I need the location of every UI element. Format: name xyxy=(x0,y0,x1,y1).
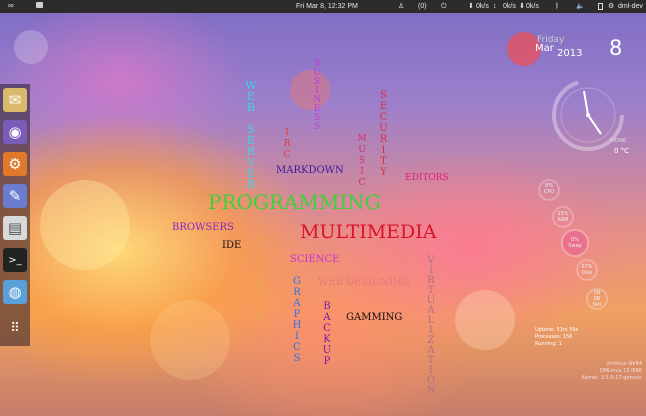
word-web-designing: WEB DESIGNING xyxy=(318,277,410,288)
ram-label: RAM xyxy=(557,217,569,223)
bokeh-circle xyxy=(150,300,230,380)
net-up-icon: ↕ xyxy=(493,3,497,10)
year: 2013 xyxy=(557,48,583,59)
word-editors: EDITORS xyxy=(405,173,449,183)
files-indicator-icon[interactable] xyxy=(36,2,43,8)
cpu-stat: 8% CPU xyxy=(541,183,557,195)
net-down-rate: 0k/s xyxy=(476,3,489,10)
os-version: DMLinux 13 i686 xyxy=(599,368,642,374)
net-label: Net xyxy=(592,302,602,308)
bokeh-circle xyxy=(455,290,515,350)
disk-label: Disk xyxy=(581,270,593,276)
power-icon[interactable]: ⏻ xyxy=(441,2,447,11)
word-music: MUSIC xyxy=(357,134,367,188)
word-security: SECURITY xyxy=(379,90,388,178)
month: Mar xyxy=(535,43,554,54)
word-gamming: GAMMING xyxy=(346,312,403,323)
ram-stat: 25% RAM xyxy=(555,211,571,223)
files-icon[interactable]: ▤ xyxy=(3,216,27,240)
word-markdown: MARKDOWN xyxy=(276,165,344,176)
word-virtualization: VIRTUALIZATION xyxy=(426,255,436,396)
word-web-server: WEB SERVER xyxy=(245,79,257,191)
disc-burner-icon[interactable]: ◉ xyxy=(3,120,27,144)
settings-icon[interactable]: ⚙ xyxy=(3,152,27,176)
battery-icon[interactable] xyxy=(598,3,603,10)
launcher: ✉ ◉ ⚙ ✎ ▤ >_ ◍ ⠿ xyxy=(0,84,30,346)
volume-icon[interactable]: 🔈 xyxy=(576,2,585,11)
top-panel: ∞ Fri Mar 8, 12:32 PM ♙ (0) ⏻ ⬇ 0k/s ↕ 0… xyxy=(0,0,646,13)
word-programming: PROGRAMMING xyxy=(208,190,381,214)
disk-stat: 67% Disk xyxy=(579,264,595,276)
text-editor-icon[interactable]: ✎ xyxy=(3,184,27,208)
net-down-icon: ⬇ xyxy=(468,3,474,10)
word-multimedia: MULTIMEDIA xyxy=(300,221,437,243)
net-down-rate-2: 0k/s xyxy=(526,3,539,10)
bokeh-circle xyxy=(290,70,330,110)
bokeh-circle xyxy=(14,30,48,64)
username[interactable]: dml-dev xyxy=(618,2,643,11)
clock-datetime[interactable]: Fri Mar 8, 12:32 PM xyxy=(296,2,358,11)
word-browsers: BROWSERS xyxy=(172,222,234,233)
word-graphics: GRAPHICS xyxy=(292,276,302,364)
word-business: BUSINESS xyxy=(313,59,321,132)
uptime: Uptime: 31m 59s xyxy=(535,327,579,333)
mail-app-icon[interactable]: ✉ xyxy=(3,88,27,112)
net-stat: 0B 0B Net xyxy=(589,290,605,308)
uptime-info: Uptime: 31m 59s Processes: 156 Running: … xyxy=(535,327,578,348)
word-irc: IRC xyxy=(283,128,291,160)
bokeh-circle xyxy=(40,180,130,270)
home-label: HOME xyxy=(611,138,627,144)
browser-icon[interactable]: ◍ xyxy=(3,280,27,304)
running: Running: 1 xyxy=(535,341,562,347)
user-status-icon[interactable]: ♙ xyxy=(398,2,404,11)
hostname: dmlinux-NV44 xyxy=(606,361,642,367)
swap-label: Swap xyxy=(568,243,582,249)
net-down-icon: ⬇ xyxy=(519,3,525,10)
word-ide: IDE xyxy=(222,240,242,251)
analog-clock xyxy=(552,79,624,151)
terminal-icon[interactable]: >_ xyxy=(3,248,27,272)
mail-count[interactable]: (0) xyxy=(418,2,427,11)
net-up-rate: 0k/s xyxy=(503,3,516,10)
word-science: SCIENCE xyxy=(290,254,340,265)
host-info: dmlinux-NV44 DMLinux 13 i686 Kernel: 3.5… xyxy=(560,361,642,382)
day: 8 xyxy=(609,36,623,60)
temperature: 0 °C xyxy=(614,147,630,155)
cpu-label: CPU xyxy=(543,189,555,195)
stats-rings xyxy=(538,179,608,310)
kernel-version: Kernel: 3.5.0-17-generic xyxy=(581,375,642,381)
apps-grid-icon[interactable]: ⠿ xyxy=(3,316,27,340)
swap-stat: 0% Swap xyxy=(566,237,584,249)
processes: Processes: 156 xyxy=(535,334,573,340)
ubuntu-logo-icon[interactable]: ∞ xyxy=(8,1,14,10)
user-menu-icon[interactable]: ⚙ xyxy=(608,2,614,11)
word-backup: BACKUP xyxy=(322,301,332,367)
word-database: DATABASE xyxy=(256,234,266,322)
bluetooth-icon[interactable]: ᛒ xyxy=(555,2,559,11)
